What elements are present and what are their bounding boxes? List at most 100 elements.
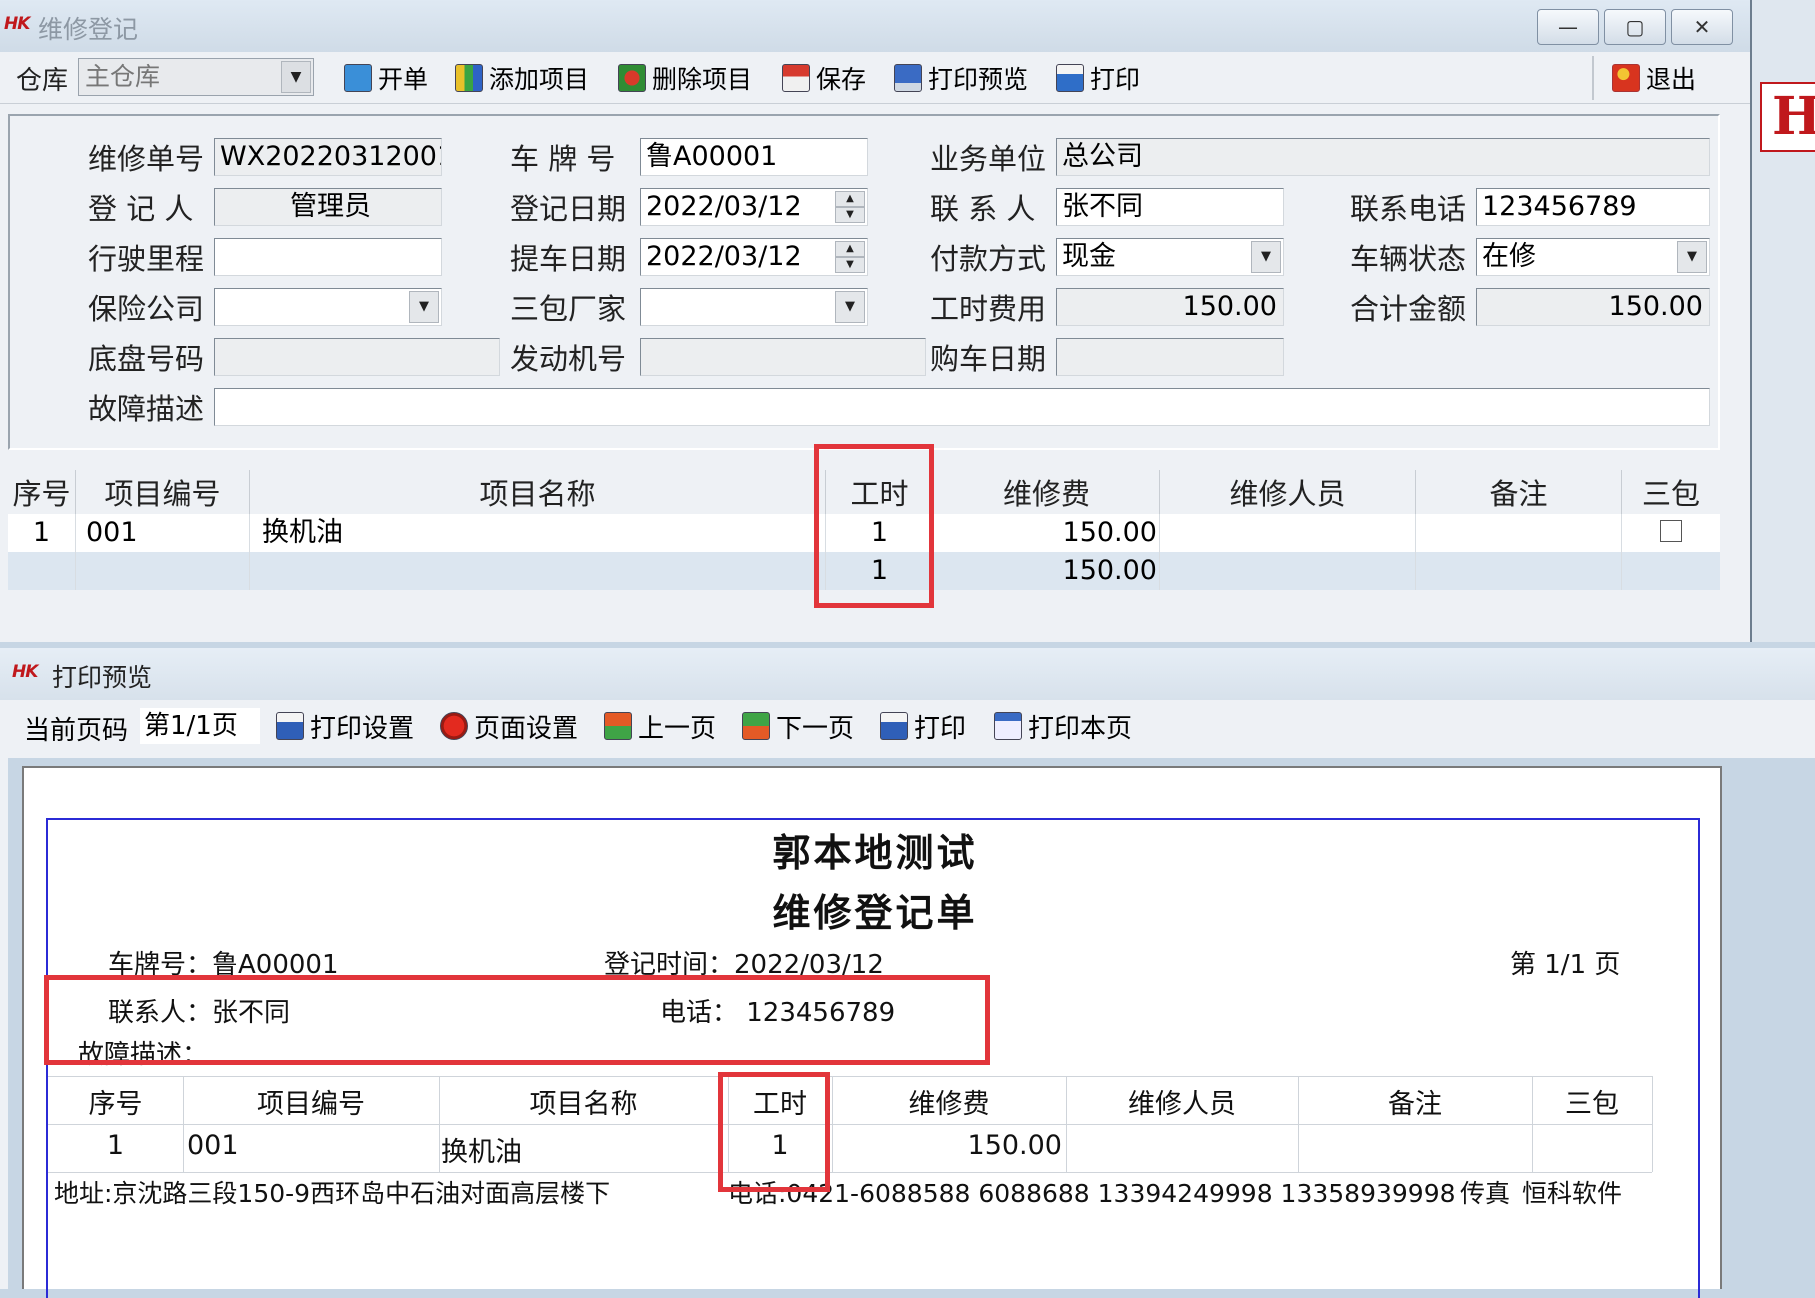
tel-line: 电话:0421-6088588 6088688 13394249998 1335… bbox=[728, 1179, 1456, 1208]
order-no-label: 维修单号 bbox=[88, 142, 205, 176]
preview-print-button[interactable]: 打印 bbox=[880, 706, 966, 746]
grid-header-hours[interactable]: 工时 bbox=[826, 470, 934, 514]
reg-date-spinner[interactable]: ▲ ▼ bbox=[835, 191, 865, 223]
print-preview-window: HK 打印预览 当前页码 第1/1页 打印设置 页面设置 上一页 下一页 打印 … bbox=[0, 648, 1815, 1298]
print-row-fee: 150.00 bbox=[967, 1130, 1062, 1161]
plate-line: 车牌号：鲁A00001 bbox=[108, 950, 339, 980]
arrow-down-icon bbox=[742, 712, 770, 740]
col-rule-8 bbox=[1652, 1076, 1653, 1172]
preview-toolbar: 当前页码 第1/1页 打印设置 页面设置 上一页 下一页 打印 打印本页 bbox=[0, 700, 1815, 756]
preview-canvas: 郭本地测试 维修登记单 车牌号：鲁A00001 登记时间：2022/03/12 … bbox=[8, 758, 1815, 1298]
print-current-page-button[interactable]: 打印本页 bbox=[994, 706, 1132, 746]
payment-value: 现金 bbox=[1062, 241, 1116, 272]
spin-up-icon[interactable]: ▲ bbox=[835, 191, 865, 207]
print-settings-label: 打印设置 bbox=[310, 713, 415, 744]
mileage-field[interactable] bbox=[214, 238, 442, 276]
chassis-field[interactable] bbox=[214, 338, 500, 376]
print-header-staff: 维修人员 bbox=[1128, 1089, 1236, 1120]
print-preview-button[interactable]: 打印预览 bbox=[894, 58, 1028, 98]
minimize-button[interactable]: — bbox=[1537, 9, 1599, 45]
spin-down-icon[interactable]: ▼ bbox=[835, 257, 865, 273]
delete-item-button[interactable]: 删除项目 bbox=[618, 58, 752, 98]
table-mid-rule bbox=[48, 1124, 1652, 1125]
plate-field[interactable]: 鲁A00001 bbox=[640, 138, 868, 176]
engine-field[interactable] bbox=[640, 338, 926, 376]
purchase-date-label: 购车日期 bbox=[930, 342, 1047, 376]
print-settings-button[interactable]: 打印设置 bbox=[276, 706, 414, 746]
reg-date-label: 登记日期 bbox=[510, 192, 627, 226]
restore-button[interactable]: ▢ bbox=[1604, 9, 1666, 45]
print-row-name: 换机油 bbox=[441, 1137, 522, 1168]
business-unit-label: 业务单位 bbox=[930, 142, 1047, 176]
row-seq: 1 bbox=[8, 514, 76, 552]
phone-field[interactable]: 123456789 bbox=[1476, 188, 1710, 226]
grid-header-fee[interactable]: 维修费 bbox=[934, 470, 1160, 514]
warranty-checkbox[interactable] bbox=[1660, 520, 1682, 542]
print-button[interactable]: 打印 bbox=[1056, 58, 1140, 98]
chevron-down-icon[interactable]: ▼ bbox=[409, 291, 439, 323]
table-row[interactable]: 1 001 换机油 1 150.00 bbox=[8, 514, 1720, 552]
close-button[interactable]: ✕ bbox=[1671, 9, 1733, 45]
next-page-button[interactable]: 下一页 bbox=[742, 706, 854, 746]
grid-header-note[interactable]: 备注 bbox=[1416, 470, 1622, 514]
fault-label: 故障描述 bbox=[88, 392, 205, 426]
save-button[interactable]: 保存 bbox=[782, 58, 866, 98]
page-field[interactable]: 第1/1页 bbox=[140, 708, 260, 744]
pickup-date-field[interactable]: 2022/03/12 ▲ ▼ bbox=[640, 238, 868, 276]
grid-header-code[interactable]: 项目编号 bbox=[76, 470, 250, 514]
total-field[interactable]: 150.00 bbox=[1476, 288, 1710, 326]
registrant-field[interactable]: 管理员 bbox=[214, 188, 442, 226]
chevron-down-icon[interactable]: ▼ bbox=[1677, 241, 1707, 273]
previous-page-button[interactable]: 上一页 bbox=[604, 706, 716, 746]
print-header-code: 项目编号 bbox=[257, 1089, 365, 1120]
save-icon bbox=[782, 64, 810, 92]
row-staff bbox=[1160, 514, 1416, 552]
contact-field[interactable]: 张不同 bbox=[1056, 188, 1284, 226]
vehicle-status-value: 在修 bbox=[1482, 241, 1536, 272]
spin-down-icon[interactable]: ▼ bbox=[835, 207, 865, 223]
new-order-button[interactable]: 开单 bbox=[344, 58, 428, 98]
phone-label: 联系电话 bbox=[1350, 192, 1467, 226]
labor-fee-field[interactable]: 150.00 bbox=[1056, 288, 1284, 326]
table-bottom-rule bbox=[48, 1172, 1652, 1173]
previous-page-label: 上一页 bbox=[638, 713, 717, 744]
address-line: 地址:京沈路三段150-9西环岛中石油对面高层楼下 bbox=[54, 1179, 611, 1208]
print-row-code: 001 bbox=[187, 1130, 239, 1161]
reg-date-field[interactable]: 2022/03/12 ▲ ▼ bbox=[640, 188, 868, 226]
page-setup-button[interactable]: 页面设置 bbox=[440, 706, 578, 746]
print-header-warranty: 三包 bbox=[1565, 1089, 1619, 1120]
grid-header-seq[interactable]: 序号 bbox=[8, 470, 76, 514]
purchase-date-field[interactable] bbox=[1056, 338, 1284, 376]
pickup-date-spinner[interactable]: ▲ ▼ bbox=[835, 241, 865, 273]
phone-line: 电话： 123456789 bbox=[660, 998, 896, 1028]
exit-button[interactable]: 退出 bbox=[1612, 58, 1696, 98]
spin-up-icon[interactable]: ▲ bbox=[835, 241, 865, 257]
business-unit-field[interactable]: 总公司 bbox=[1056, 138, 1710, 176]
grid-header-warranty[interactable]: 三包 bbox=[1622, 470, 1720, 514]
company-title: 郭本地测试 bbox=[772, 830, 978, 875]
exit-icon bbox=[1612, 64, 1640, 92]
order-no-field[interactable]: WX20220312001 bbox=[214, 138, 442, 176]
title-bar: HK 维修登记 — ▢ ✕ bbox=[0, 0, 1750, 52]
grid-header-name[interactable]: 项目名称 bbox=[250, 470, 826, 514]
insurance-select[interactable]: ▼ bbox=[214, 288, 442, 326]
chevron-down-icon[interactable]: ▼ bbox=[1251, 241, 1281, 273]
brand-line: 恒科软件 bbox=[1522, 1179, 1623, 1208]
print-header-name: 项目名称 bbox=[529, 1089, 638, 1120]
add-item-button[interactable]: 添加项目 bbox=[455, 58, 589, 98]
chassis-label: 底盘号码 bbox=[88, 342, 205, 376]
grid-header-staff[interactable]: 维修人员 bbox=[1160, 470, 1416, 514]
payment-select[interactable]: 现金 ▼ bbox=[1056, 238, 1284, 276]
vehicle-status-select[interactable]: 在修 ▼ bbox=[1476, 238, 1710, 276]
print-current-page-label: 打印本页 bbox=[1028, 713, 1133, 744]
warranty-select[interactable]: ▼ bbox=[640, 288, 868, 326]
fault-field[interactable] bbox=[214, 388, 1710, 426]
summary-code bbox=[76, 552, 250, 590]
payment-label: 付款方式 bbox=[930, 242, 1047, 276]
warehouse-label: 仓库 bbox=[16, 66, 69, 96]
toolbar-divider bbox=[1592, 56, 1594, 100]
reg-date-value: 2022/03/12 bbox=[646, 191, 802, 222]
warehouse-select[interactable]: 主仓库 ▼ bbox=[78, 58, 314, 96]
chevron-down-icon[interactable]: ▼ bbox=[835, 291, 865, 323]
fax-line: 传真 bbox=[1460, 1179, 1511, 1208]
